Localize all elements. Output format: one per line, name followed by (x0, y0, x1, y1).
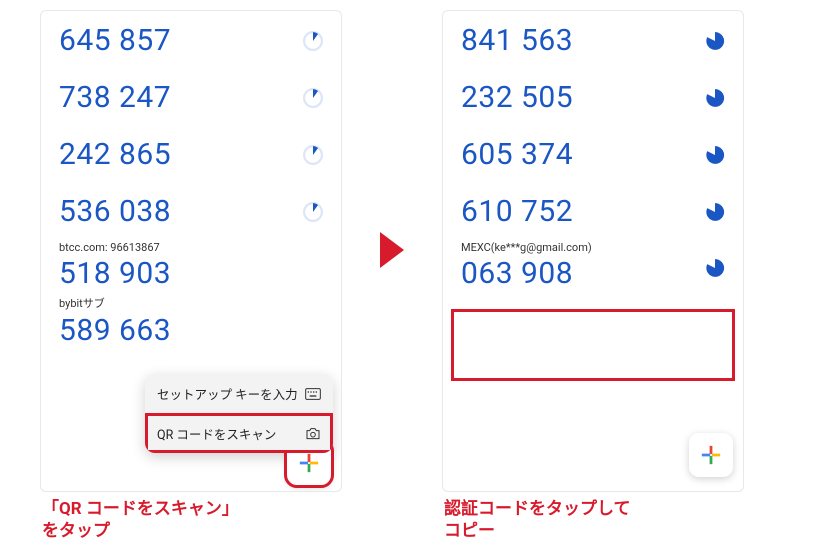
timer-icon (705, 258, 725, 278)
account-label: btcc.com: 96613867 (59, 241, 171, 254)
code-row[interactable]: MEXC(ke***g@gmail.com) 063 908 (443, 239, 743, 301)
add-account-button[interactable] (689, 433, 733, 477)
otp-code: 610 752 (461, 194, 573, 229)
code-row[interactable]: 536 038 (41, 182, 341, 239)
code-row[interactable]: 645 857 (41, 11, 341, 68)
timer-icon (705, 31, 725, 51)
menu-item-scan-qr[interactable]: QR コードをスキャン (145, 413, 333, 453)
code-row[interactable]: 841 563 (443, 11, 743, 68)
menu-item-label: QR コードをスキャン (157, 424, 276, 443)
otp-code: 645 857 (59, 23, 171, 58)
account-label: MEXC(ke***g@gmail.com) (461, 241, 592, 254)
authenticator-screen-right: 841 563 232 505 605 374 610 752 (442, 10, 744, 492)
authenticator-screen-left: 645 857 738 247 242 865 536 038 (40, 10, 342, 492)
code-row[interactable]: btcc.com: 96613867 518 903 (41, 239, 341, 293)
timer-icon (303, 88, 323, 108)
menu-item-label: セットアップ キーを入力 (157, 384, 298, 403)
instruction-caption-left: 「QR コードをスキャン」 をタップ (40, 498, 342, 542)
code-row[interactable]: 605 374 (443, 125, 743, 182)
instruction-caption-right: 認証コードをタップして コピー (442, 498, 744, 542)
otp-code: 242 865 (59, 137, 171, 172)
code-row[interactable]: 232 505 (443, 68, 743, 125)
timer-icon (705, 145, 725, 165)
code-row[interactable]: bybitサブ 589 663 (41, 293, 341, 350)
arrow-right-icon (380, 232, 404, 268)
otp-code: 518 903 (59, 256, 171, 291)
timer-icon (303, 145, 323, 165)
otp-code: 589 663 (59, 313, 171, 348)
otp-code: 841 563 (461, 23, 573, 58)
timer-icon (705, 202, 725, 222)
menu-item-enter-key[interactable]: セットアップ キーを入力 (145, 374, 333, 413)
account-label: bybitサブ (59, 295, 171, 311)
code-row[interactable]: 738 247 (41, 68, 341, 125)
code-row[interactable]: 610 752 (443, 182, 743, 239)
highlight-box (451, 309, 735, 381)
add-account-popup: セットアップ キーを入力 QR コードをスキャン (145, 374, 333, 453)
timer-icon (303, 31, 323, 51)
timer-icon (705, 88, 725, 108)
keyboard-icon (305, 387, 321, 401)
arrow-between (372, 10, 412, 490)
otp-code: 738 247 (59, 80, 171, 115)
plus-icon (298, 452, 320, 474)
otp-code: 232 505 (461, 80, 573, 115)
timer-icon (303, 202, 323, 222)
code-row[interactable]: 242 865 (41, 125, 341, 182)
otp-code: 605 374 (461, 137, 573, 172)
otp-code: 063 908 (461, 256, 592, 291)
otp-code: 536 038 (59, 194, 171, 229)
camera-icon (305, 427, 321, 441)
plus-icon (700, 444, 722, 466)
